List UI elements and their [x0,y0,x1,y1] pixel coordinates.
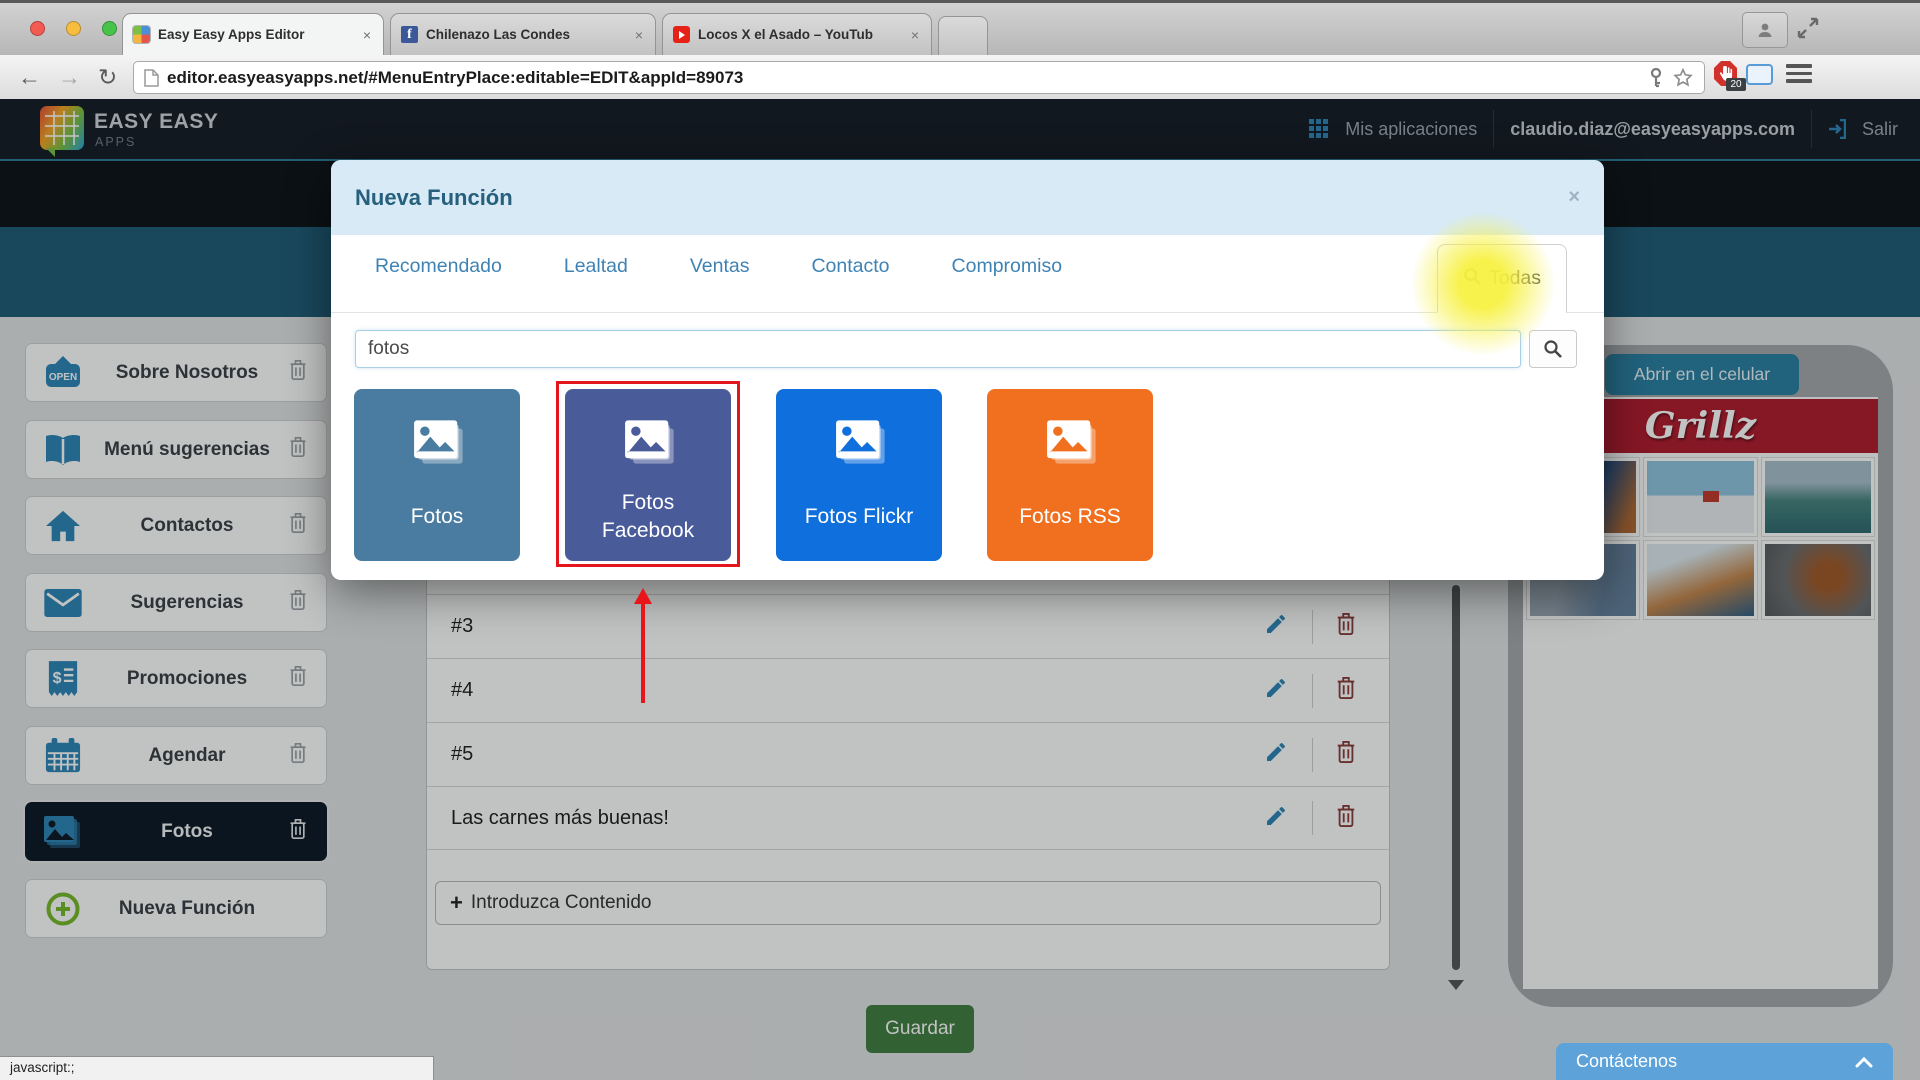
chrome-menu-icon[interactable] [1786,64,1812,87]
easyeasy-favicon-icon [133,26,150,43]
tab-recomendado[interactable]: Recomendado [375,255,502,278]
tab-title: Chilenazo Las Condes [426,27,625,42]
tab-close-icon[interactable]: × [909,27,921,43]
youtube-favicon-icon [673,26,690,43]
browser-status-bar: javascript:; [0,1056,434,1080]
reload-button[interactable]: ↻ [98,60,117,94]
tab-contacto[interactable]: Contacto [811,255,889,278]
window-minimize-button[interactable] [66,21,81,36]
photo-stack-icon [776,415,942,469]
adblock-badge: 20 [1726,78,1746,91]
search-icon [1463,267,1482,291]
browser-tab-facebook[interactable]: f Chilenazo Las Condes × [390,13,656,55]
tab-close-icon[interactable]: × [361,27,373,43]
tab-todas[interactable]: Todas [1437,244,1567,313]
photo-stack-icon [987,415,1153,469]
url-text[interactable]: editor.easyeasyapps.net/#MenuEntryPlace:… [167,68,1640,88]
tab-close-icon[interactable]: × [633,27,645,43]
facebook-favicon-icon: f [401,26,418,43]
fullscreen-expand-icon[interactable] [1796,16,1820,45]
tab-title: Locos X el Asado – YouTub [698,27,901,42]
back-button[interactable]: ← [18,60,41,94]
chevron-up-icon [1855,1056,1873,1068]
tile-fotos[interactable]: Fotos [354,389,520,561]
bookmark-star-icon[interactable] [1672,67,1694,89]
browser-profile-button[interactable] [1742,12,1788,48]
modal-title: Nueva Función [355,185,1568,211]
tab-compromiso[interactable]: Compromiso [952,255,1063,278]
page-icon [144,69,159,87]
tile-fotos-flickr[interactable]: Fotos Flickr [776,389,942,561]
contact-accordion-bar[interactable]: Contáctenos [1556,1043,1893,1080]
browser-tab-editor[interactable]: Easy Easy Apps Editor × [122,13,384,55]
key-icon[interactable] [1648,68,1664,88]
function-search-input[interactable] [355,330,1521,368]
search-button[interactable] [1529,330,1577,368]
window-zoom-button[interactable] [102,21,117,36]
screenshot-extension-icon[interactable] [1746,64,1773,85]
browser-tab-youtube[interactable]: Locos X el Asado – YouTub × [662,13,932,55]
person-icon [1755,20,1775,40]
tab-ventas[interactable]: Ventas [690,255,750,278]
new-tab-button[interactable] [938,16,988,56]
forward-button[interactable]: → [58,60,81,94]
photo-stack-icon [354,415,520,469]
close-icon[interactable]: × [1568,186,1580,209]
modal-header: Nueva Función × [331,160,1604,235]
tabs-divider [331,312,1604,313]
tab-lealtad[interactable]: Lealtad [564,255,628,278]
search-icon [1543,339,1563,359]
selection-highlight-rect [556,381,740,567]
window-close-button[interactable] [30,21,45,36]
nueva-funcion-modal: Nueva Función × Recomendado Lealtad Vent… [331,160,1604,580]
address-bar[interactable]: editor.easyeasyapps.net/#MenuEntryPlace:… [133,61,1705,94]
modal-tab-bar: Recomendado Lealtad Ventas Contacto Comp… [375,255,1062,278]
pointer-arrow-stem [641,602,645,703]
tab-title: Easy Easy Apps Editor [158,27,353,42]
tile-fotos-rss[interactable]: Fotos RSS [987,389,1153,561]
